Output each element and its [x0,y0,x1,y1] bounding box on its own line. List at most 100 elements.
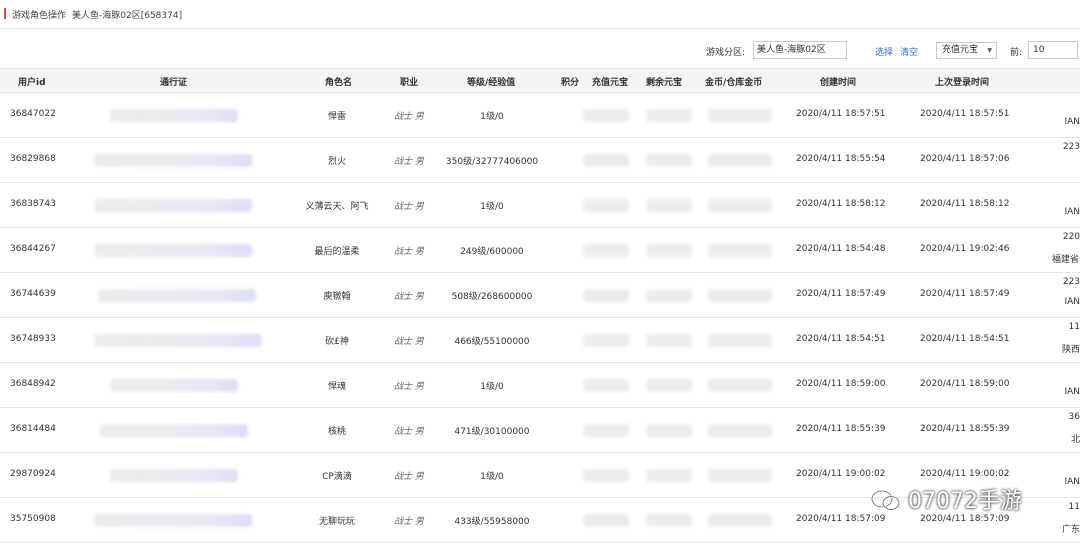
last-login-cell: 2020/4/11 18:55:39 [920,424,1010,434]
last-login-cell: 2020/4/11 18:59:00 [920,379,1010,389]
level-cell: 1级/0 [480,202,504,212]
job-cell: 战士 男 [394,292,424,302]
remaining-redacted [646,244,692,257]
zone-label: 游戏分区: [706,48,746,58]
recharge-redacted [583,334,629,347]
created-time-cell: 2020/4/11 18:58:12 [796,199,886,209]
created-time-cell: 2020/4/11 18:55:39 [796,424,886,434]
last-login-cell: 2020/4/11 18:58:12 [920,199,1010,209]
ip-cell: 11 [1068,322,1080,332]
last-login-cell: 2020/4/11 18:57:49 [920,289,1010,299]
table-row[interactable]: 36847022 悍雷 战士 男 1级/0 2020/4/11 18:57:51 2020… [0,92,1080,138]
location-cell: IAN [1064,477,1080,487]
last-login-cell: 2020/4/11 19:02:46 [920,244,1010,254]
table-row[interactable]: 36844267 最后的温柔 战士 男 249级/600000 2020/4/11 18… [0,227,1080,273]
created-time-cell: 2020/4/11 18:57:49 [796,289,886,299]
recharge-redacted [583,514,629,527]
ip-cell: 223 [1062,142,1080,152]
passport-redacted [110,469,238,482]
job-cell: 战士 男 [394,382,424,392]
recharge-redacted [583,379,629,392]
front-count-input[interactable]: 10 [1028,41,1078,59]
header-points: 积分 [561,78,580,88]
header-user-id: 用户id [18,78,46,88]
last-login-cell: 2020/4/11 18:57:06 [920,154,1010,164]
level-cell: 466级/55100000 [454,337,530,347]
table-row[interactable]: 36744639 庾镦翰 战士 男 508级/268600000 2020/4/11 1… [0,272,1080,318]
job-cell: 战士 男 [394,427,424,437]
location-cell: 广东 [1061,525,1080,535]
zone-input[interactable]: 美人鱼-海豚02区 [753,41,847,59]
role-name-cell: 无聊玩玩 [318,517,355,527]
accent-marker [4,8,6,19]
gold-redacted [708,424,772,437]
created-time-cell: 2020/4/11 18:54:48 [796,244,886,254]
passport-redacted [94,154,252,167]
created-time-cell: 2020/4/11 18:57:09 [796,514,886,524]
gold-redacted [708,334,772,347]
role-name-cell: 核桃 [327,427,346,437]
breadcrumb-server: 美人鱼-海豚02区[658374] [72,11,183,21]
role-name-cell: 烈火 [327,157,346,167]
clear-link[interactable]: 清空 [900,45,918,58]
level-cell: 1级/0 [480,112,504,122]
job-cell: 战士 男 [394,517,424,527]
passport-redacted [94,244,252,257]
remaining-redacted [646,289,692,302]
wechat-icon [870,489,901,511]
gold-redacted [708,244,772,257]
created-time-cell: 2020/4/11 18:57:51 [796,109,886,119]
chevron-down-icon: ▼ [987,47,992,54]
header-passport: 通行证 [160,78,188,88]
created-time-cell: 2020/4/11 18:54:51 [796,334,886,344]
gold-redacted [708,109,772,122]
ip-cell: 36 [1068,412,1080,422]
job-cell: 战士 男 [394,337,424,347]
ip-cell: 223 [1062,277,1080,287]
role-name-cell: 庾镦翰 [323,292,351,302]
recharge-redacted [583,199,629,212]
header-gold: 金币/仓库金币 [705,78,763,88]
header-job: 职业 [400,78,419,88]
remaining-redacted [646,514,692,527]
created-time-cell: 2020/4/11 18:59:00 [796,379,886,389]
table-row[interactable]: 36829868 烈火 战士 男 350级/32777406000 2020/4/11 … [0,137,1080,183]
last-login-cell: 2020/4/11 18:54:51 [920,334,1010,344]
table-row[interactable]: 36748933 砍£神 战士 男 466级/55100000 2020/4/11 18… [0,317,1080,363]
remaining-redacted [646,334,692,347]
table-row[interactable]: 36814484 核桃 战士 男 471级/30100000 2020/4/11 18:… [0,407,1080,453]
created-time-cell: 2020/4/11 19:00:02 [796,469,886,479]
recharge-redacted [583,109,629,122]
sort-dropdown[interactable]: 充值元宝 ▼ [936,42,997,59]
level-cell: 350级/32777406000 [445,157,539,167]
location-cell: IAN [1064,297,1080,307]
gold-redacted [708,379,772,392]
job-cell: 战士 男 [394,112,424,122]
remaining-redacted [646,424,692,437]
user-id-cell: 36744639 [10,289,56,299]
user-id-cell: 36814484 [10,424,56,434]
remaining-redacted [646,199,692,212]
user-id-cell: 36848942 [10,379,56,389]
location-cell: 北 [1070,435,1080,445]
header-remaining: 剩余元宝 [646,78,683,88]
job-cell: 战士 男 [394,247,424,257]
remaining-redacted [646,379,692,392]
job-cell: 战士 男 [394,472,424,482]
table-header: 用户id 通行证 角色名 职业 等级/经验值 积分 充值元宝 剩余元宝 金币/仓… [0,68,1080,93]
recharge-redacted [583,289,629,302]
table-row[interactable]: 36838743 义薄云天、阿飞 战士 男 1级/0 2020/4/11 18:58:1… [0,182,1080,228]
passport-redacted [98,289,256,302]
passport-redacted [110,109,238,122]
user-id-cell: 36844267 [10,244,56,254]
user-id-cell: 35750908 [10,514,56,524]
table-row[interactable]: 36848942 悍魂 战士 男 1级/0 2020/4/11 18:59:00 2020… [0,362,1080,408]
location-cell: 福建省号 [1052,255,1080,265]
user-id-cell: 36847022 [10,109,56,119]
select-link[interactable]: 选择 [875,45,893,58]
passport-redacted [94,514,252,527]
breadcrumb: 游戏角色操作 美人鱼-海豚02区[658374] [12,8,182,21]
level-cell: 249级/600000 [460,247,524,257]
job-cell: 战士 男 [394,157,424,167]
breadcrumb-title: 游戏角色操作 [12,11,67,21]
